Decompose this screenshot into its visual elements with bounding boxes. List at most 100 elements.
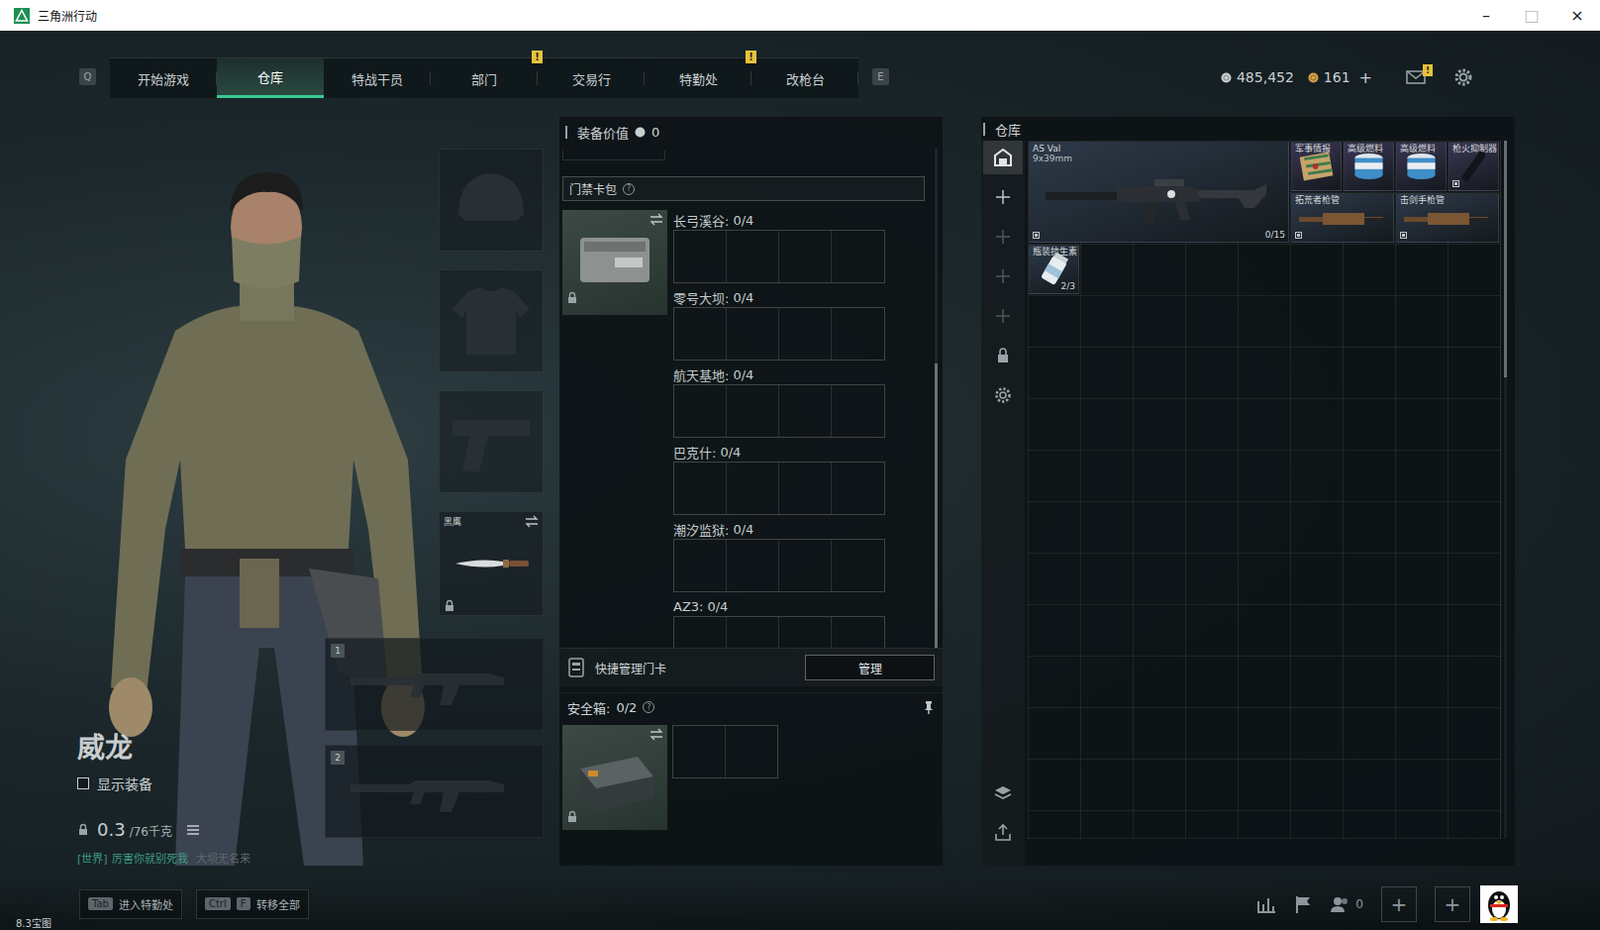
title-bar: 三角洲行动 –□× [0,0,1600,31]
maximize-button[interactable]: □ [1508,0,1555,31]
manage-button[interactable]: 管理 [804,654,935,681]
warehouse-icon [992,146,1014,169]
team-slot[interactable]: + [1381,886,1417,922]
weapon-slot[interactable]: 1 [324,637,544,731]
card-cell[interactable] [674,539,727,592]
card-cell[interactable] [831,230,885,283]
item-picture [1295,205,1391,230]
nav-tab[interactable]: 特勤处! [644,58,752,99]
sidebar-item[interactable] [983,776,1023,810]
swap-icon[interactable] [649,727,664,741]
scrollbar[interactable] [1503,140,1507,838]
item-name: 高级燃料 [1400,144,1443,155]
gold-coin-icon [1307,72,1319,84]
card-cell[interactable] [779,539,832,592]
pistol-slot[interactable] [438,390,544,494]
card-cell[interactable] [779,230,832,283]
gear-icon[interactable] [1453,67,1474,88]
nav-tab[interactable]: 交易行 [537,58,645,99]
card-cell[interactable] [779,385,832,437]
stats-icon [1256,895,1277,913]
show-equipment-checkbox[interactable] [77,777,90,790]
card-cell[interactable] [726,230,780,283]
safe-box-item[interactable] [562,724,668,830]
safe-cell[interactable] [673,725,726,778]
team-slot[interactable]: + [1434,886,1471,922]
warehouse-item[interactable]: 高级燃料 [1343,141,1395,192]
safe-box-row [559,724,943,830]
card-cell[interactable] [831,307,885,360]
warehouse-item[interactable]: 击剑手枪管 [1396,193,1500,243]
safe-cell[interactable] [725,725,779,778]
sidebar-item[interactable] [983,259,1023,294]
card-cell[interactable] [726,462,780,514]
card-cell[interactable] [779,616,832,648]
card-cell[interactable] [674,616,727,648]
card-cell[interactable] [726,307,780,360]
sidebar-item[interactable] [983,219,1023,254]
warehouse-item[interactable]: 军事情报 [1291,141,1342,192]
card-cell[interactable] [674,230,727,283]
weapon-slot[interactable]: 2 [324,744,544,838]
card-pack-icon [570,225,660,292]
help-icon: ? [622,183,635,196]
card-slots [673,384,886,438]
melee-slot[interactable]: 黑鹰 [438,510,544,616]
sidebar-item[interactable] [983,378,1023,412]
warehouse-item[interactable]: 拓荒者枪管 [1291,193,1395,243]
keycard-map: 长弓溪谷:0/4 [673,209,886,284]
swap-icon[interactable] [649,212,664,226]
hotkey-hint[interactable]: CtrlF转移全部 [196,889,309,919]
sidebar-item[interactable] [983,815,1023,850]
nav-tab[interactable]: 特战干员 [323,58,431,99]
content-area: 威龙显示装备0.3/76千克[世界]厉害你就别死我大坝无名来黑鹰12装备价值0门… [0,111,1600,878]
item-footer [1347,178,1391,189]
armor-slot[interactable] [438,269,544,373]
app-root: 三角洲行动–□×Q开始游戏仓库特战干员部门!交易行特勤处!改枪台E485,452… [0,0,1600,930]
warehouse-item[interactable]: AS Val9x39mm0/15 [1028,141,1290,243]
scrollbar[interactable] [934,148,938,648]
card-cell[interactable] [674,307,727,360]
warehouse-item[interactable]: 枪火抑制器 [1448,141,1500,192]
card-cell[interactable] [726,539,780,592]
nav-tab[interactable]: 部门! [430,58,538,99]
helmet-slot[interactable] [438,148,544,252]
chat-channel: [世界] [77,852,108,866]
mail-button[interactable]: ! [1405,70,1426,85]
window-title: 三角洲行动 [37,6,98,24]
friends-icon [1329,895,1350,913]
add-currency-button[interactable]: + [1359,68,1373,88]
sidebar-item[interactable] [983,180,1023,214]
card-cell[interactable] [831,462,885,514]
sidebar-item[interactable] [983,140,1023,175]
map-label: 航天基地:0/4 [673,364,886,385]
card-cell[interactable] [674,385,727,437]
hint-label: 进入特勤处 [118,896,174,912]
close-button[interactable]: × [1554,0,1600,31]
card-cell[interactable] [726,616,780,648]
card-cell[interactable] [831,385,885,437]
sidebar-item[interactable] [983,338,1023,373]
sidebar-item[interactable] [983,299,1023,333]
swap-icon[interactable] [524,514,539,528]
warehouse-item[interactable]: 瓶装抗生素2/3 [1028,244,1080,295]
card-cell[interactable] [726,385,780,437]
qq-avatar-icon[interactable] [1480,885,1518,923]
card-cell[interactable] [779,307,832,360]
hint-label: 转移全部 [256,896,300,912]
card-cell[interactable] [831,539,885,592]
add-icon [992,186,1014,208]
nav-tab[interactable]: 开始游戏 [109,58,217,99]
next-tab-key: E [872,68,890,86]
item-picture [1452,154,1496,179]
warehouse-item[interactable]: 高级燃料 [1396,141,1447,192]
minimize-button[interactable]: – [1463,0,1509,31]
nav-tab[interactable]: 仓库 [216,58,324,99]
hotkey-hint[interactable]: Tab进入特勤处 [79,889,183,919]
card-cell[interactable] [779,462,832,514]
card-cell[interactable] [674,462,727,514]
card-pack-item[interactable] [562,209,668,315]
card-cell[interactable] [831,616,885,648]
flag-icon [1294,894,1312,914]
nav-tab[interactable]: 改枪台 [751,58,859,99]
